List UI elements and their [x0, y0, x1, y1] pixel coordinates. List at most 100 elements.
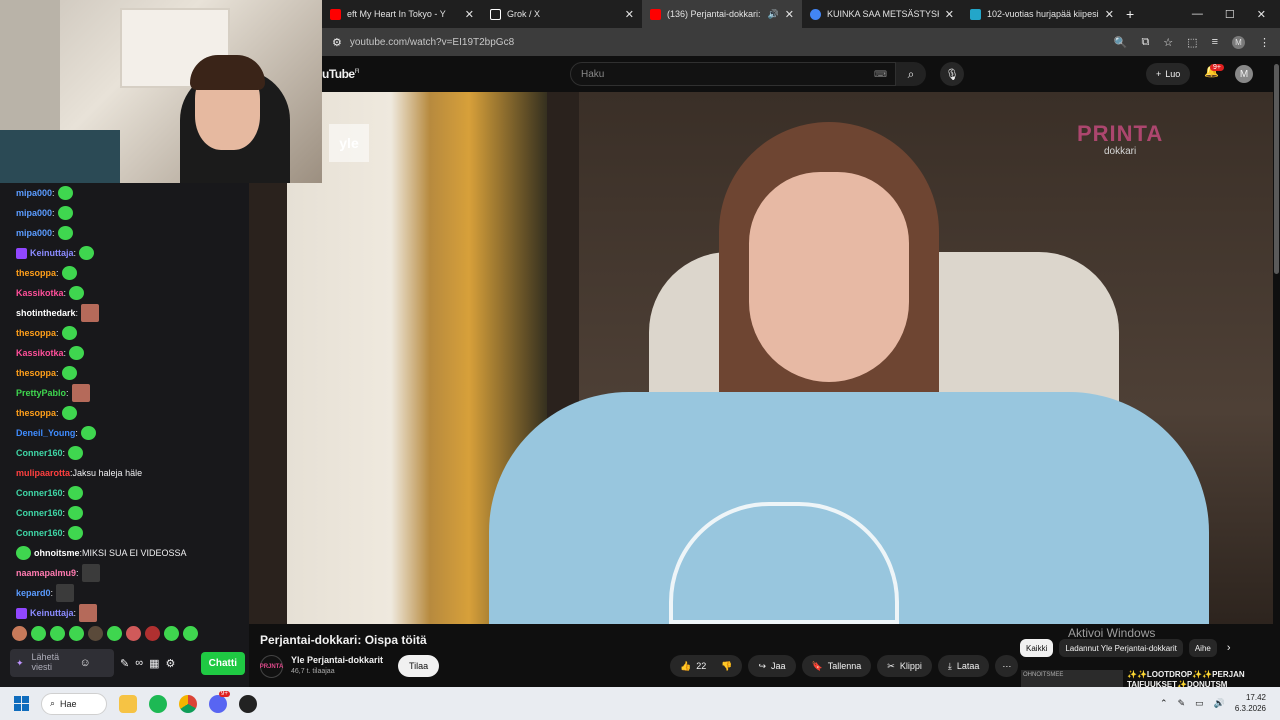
emote-icon[interactable]	[126, 626, 141, 641]
emote-icon[interactable]	[88, 626, 103, 641]
close-icon[interactable]: ✕	[945, 8, 954, 21]
more-actions-button[interactable]: ⋯	[995, 655, 1019, 677]
chat-emote-icon[interactable]	[81, 564, 100, 582]
chat-emote-icon[interactable]	[69, 286, 85, 300]
emote-icon[interactable]	[164, 626, 179, 641]
channel-points-icon[interactable]: ∞	[135, 657, 143, 669]
browser-tab[interactable]: Grok / X ✕	[482, 0, 642, 28]
taskbar-search[interactable]: ⌕ Hae	[41, 692, 107, 715]
chat-username[interactable]: shotinthedark	[16, 308, 76, 318]
chat-emote-icon[interactable]	[61, 266, 77, 280]
discord-icon[interactable]: 9+	[209, 690, 230, 713]
chat-emote-icon[interactable]	[57, 226, 73, 240]
video-player[interactable]: yle PRINTA dokkari	[249, 92, 1273, 624]
chat-emote-icon[interactable]	[81, 304, 100, 322]
close-icon[interactable]: ✕	[1105, 8, 1114, 21]
emote-icon[interactable]	[69, 626, 84, 641]
profile-avatar[interactable]: M	[1232, 35, 1245, 49]
speaker-icon[interactable]: 🔊	[768, 9, 779, 20]
browser-tab-active[interactable]: (136) Perjantai-dokkari: Oisp 🔊 ✕	[642, 0, 802, 28]
channel-avatar[interactable]: PRJNTA	[260, 655, 283, 678]
youtube-logo[interactable]: uTubeFI	[322, 67, 359, 81]
bits-icon[interactable]: ✦	[16, 658, 24, 669]
cast-icon[interactable]: ⧉	[1141, 36, 1149, 49]
user-avatar[interactable]: M	[1235, 65, 1253, 83]
emote-icon[interactable]	[107, 626, 122, 641]
save-button[interactable]: 🔖 Tallenna	[801, 655, 872, 677]
emote-icon[interactable]	[31, 626, 46, 641]
chat-input[interactable]: ✦ Lähetä viesti ☺	[10, 649, 114, 677]
chat-username[interactable]: mipa000	[16, 188, 52, 198]
chat-emote-icon[interactable]	[80, 426, 96, 440]
close-icon[interactable]: ✕	[625, 8, 634, 21]
chat-username[interactable]: kepard0	[16, 588, 51, 598]
chat-username[interactable]: Conner160	[16, 528, 63, 538]
chip-channel[interactable]: Ladannut Yle Perjantai-dokkarit	[1059, 639, 1183, 657]
chat-emote-icon[interactable]	[69, 346, 85, 360]
chat-username[interactable]: Keinuttaja	[30, 248, 74, 258]
media-control-icon[interactable]: ≡	[1212, 36, 1218, 48]
keyboard-icon[interactable]: ⌨	[874, 69, 887, 80]
wand-icon[interactable]: ✎	[120, 657, 129, 670]
site-info-icon[interactable]: ⚙	[332, 36, 342, 49]
chat-emote-icon[interactable]	[61, 326, 77, 340]
chip-all[interactable]: Kaikki	[1020, 639, 1054, 657]
dislike-thumb-icon[interactable]: 👎	[721, 661, 732, 672]
search-button[interactable]: ⌕	[896, 62, 926, 86]
chat-send-button[interactable]: Chatti	[200, 651, 245, 675]
scrollbar-thumb[interactable]	[1274, 64, 1279, 274]
pen-icon[interactable]: ✎	[1178, 698, 1186, 709]
close-window-icon[interactable]: ✕	[1257, 8, 1266, 21]
volume-icon[interactable]: 🔊	[1214, 698, 1225, 709]
browser-tab[interactable]: KUINKA SAA METSÄSTYSKORTI ✕	[802, 0, 962, 28]
spotify-icon[interactable]	[149, 694, 167, 713]
chat-username[interactable]: Kassikotka	[16, 288, 64, 298]
chat-username[interactable]: Conner160	[16, 448, 63, 458]
like-button[interactable]: 👍 22 👎	[670, 655, 743, 677]
chat-emote-icon[interactable]	[57, 186, 73, 200]
emote-icon[interactable]	[50, 626, 65, 641]
windows-start-icon[interactable]	[14, 696, 29, 711]
chat-emote-icon[interactable]	[79, 246, 95, 260]
browser-tab[interactable]: 102-vuotias hurjapää kiipesi m ✕	[962, 0, 1122, 28]
chat-emote-icon[interactable]	[79, 604, 98, 622]
minimize-icon[interactable]: —	[1192, 8, 1203, 21]
chat-emote-icon[interactable]	[57, 206, 73, 220]
chat-username[interactable]: naamapalmu9	[16, 568, 76, 578]
voice-search-button[interactable]: 🎙	[940, 62, 964, 86]
chat-username[interactable]: Keinuttaja	[30, 608, 74, 618]
chat-username[interactable]: mipa000	[16, 228, 52, 238]
chat-username[interactable]: thesoppa	[16, 328, 56, 338]
chat-username[interactable]: mipa000	[16, 208, 52, 218]
more-menu-icon[interactable]: ⋮	[1259, 36, 1270, 49]
chat-username[interactable]: PrettyPablo	[16, 388, 66, 398]
settings-gear-icon[interactable]: ⚙	[165, 657, 175, 670]
emote-icon[interactable]	[145, 626, 160, 641]
close-icon[interactable]: ✕	[465, 8, 474, 21]
chip-related[interactable]: Aihe	[1188, 639, 1217, 657]
chat-emote-icon[interactable]	[56, 584, 75, 602]
store-icon[interactable]: ▦	[149, 657, 159, 670]
chevron-right-icon[interactable]: ›	[1227, 642, 1231, 654]
channel-name[interactable]: Yle Perjantai-dokkarit	[291, 655, 383, 665]
emoji-icon[interactable]: ☺	[80, 657, 91, 669]
extensions-icon[interactable]: ⬚	[1187, 36, 1197, 49]
chat-username[interactable]: ohnoitsme	[34, 548, 80, 558]
chat-username[interactable]: thesoppa	[16, 368, 56, 378]
close-icon[interactable]: ✕	[785, 8, 794, 21]
chat-emote-icon[interactable]	[61, 366, 77, 380]
chat-emote-icon[interactable]	[68, 486, 84, 500]
chevron-up-icon[interactable]: ⌃	[1160, 698, 1168, 709]
chat-emote-icon[interactable]	[61, 406, 77, 420]
url-field[interactable]: youtube.com/watch?v=EI19T2bpGc8	[342, 37, 1114, 48]
chat-username[interactable]: Conner160	[16, 488, 63, 498]
chat-emote-icon[interactable]	[68, 526, 84, 540]
chat-emote-icon[interactable]	[68, 446, 84, 460]
chat-username[interactable]: Deneil_Young	[16, 428, 75, 438]
search-input[interactable]: Haku ⌨	[570, 62, 896, 86]
maximize-icon[interactable]: ☐	[1225, 8, 1235, 21]
chat-emote-icon[interactable]	[68, 506, 84, 520]
create-button[interactable]: + Luo	[1146, 63, 1191, 85]
bookmark-star-icon[interactable]: ☆	[1163, 36, 1173, 49]
download-button[interactable]: ⤓ Lataa	[937, 655, 990, 677]
